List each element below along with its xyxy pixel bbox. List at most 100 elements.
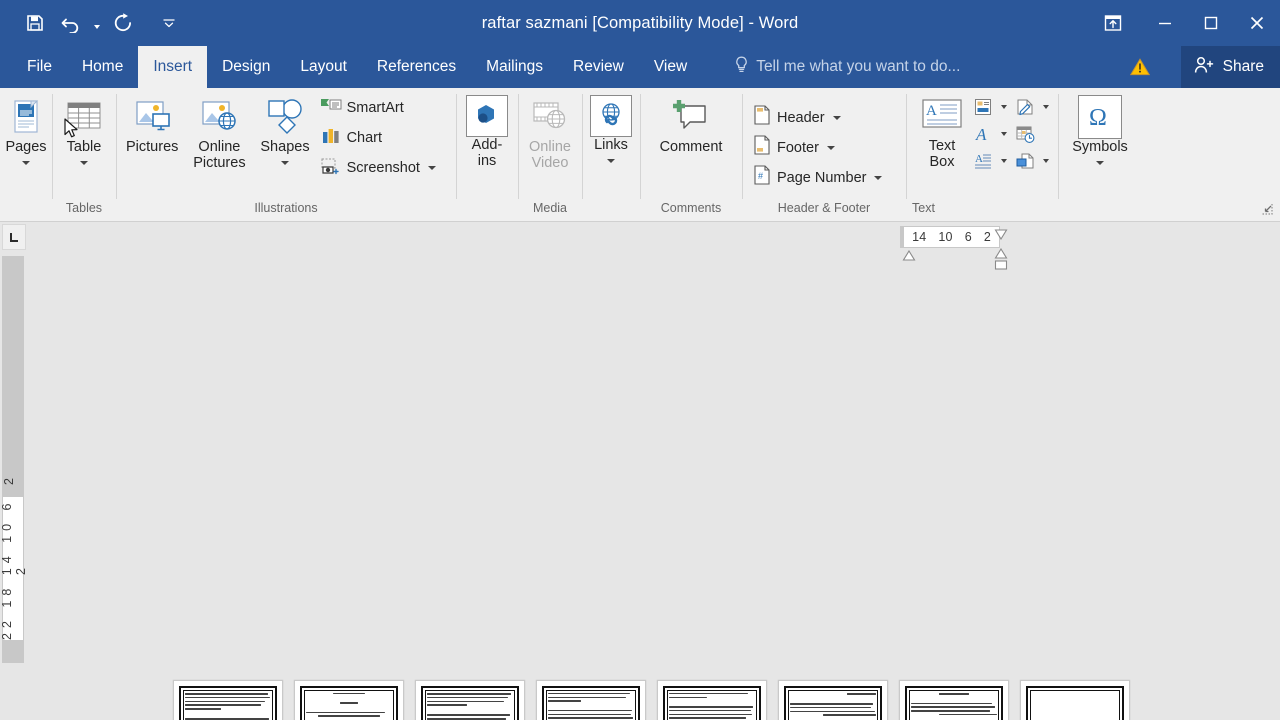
online-pictures-button[interactable]: Online Pictures [183,92,255,172]
customize-quick-access-toolbar-icon[interactable] [156,6,182,40]
tell-me-search[interactable]: Tell me what you want to do... [722,46,972,88]
page-thumbnail-4[interactable]: 4 [536,680,646,720]
links-icon [590,95,632,137]
wordart-dropdown-icon[interactable] [997,121,1011,147]
close-icon[interactable] [1234,0,1280,46]
add-ins-button[interactable]: Add-ins [461,92,513,170]
symbols-button[interactable]: Ω Symbols [1065,92,1135,166]
page-content [304,690,394,720]
page-thumbnail-5[interactable]: 5 [657,680,767,720]
screenshot-icon [320,156,342,181]
page-thumbnail-6[interactable]: 6 [778,680,888,720]
page-number-button[interactable]: # Page Number [747,163,887,193]
object-icon[interactable] [1012,148,1038,174]
first-line-indent-marker[interactable] [902,248,916,266]
smartart-button[interactable]: SmartArt [315,93,441,123]
svg-text:A: A [926,103,937,119]
table-button[interactable]: Table [57,92,111,166]
page-content [1030,690,1120,720]
chart-button[interactable]: Chart [315,123,441,153]
group-label-symbols [1058,201,1142,221]
left-indent-box-marker[interactable] [994,257,1008,275]
header-button[interactable]: Header [747,103,887,133]
screenshot-dropdown-icon[interactable] [427,166,436,170]
lightbulb-icon [734,56,749,79]
text-box-button[interactable]: A Text Box [914,92,970,171]
tab-design[interactable]: Design [207,46,285,88]
page-thumbnail-2[interactable]: 2 [294,680,404,720]
right-indent-marker-top[interactable] [994,227,1008,245]
tab-file[interactable]: File [12,46,67,88]
drop-cap-dropdown-icon[interactable] [997,148,1011,174]
signature-line-dropdown-icon[interactable] [1039,94,1053,120]
ruler-tick-10: 10 [938,230,953,244]
save-icon[interactable] [18,6,52,40]
screenshot-button[interactable]: Screenshot [315,153,441,183]
minimize-icon[interactable] [1142,0,1188,46]
tab-mailings[interactable]: Mailings [471,46,558,88]
text-box-label: Text Box [928,138,956,170]
vertical-ruler[interactable]: 2 22 18 14 10 6 2 [0,256,28,720]
undo-icon[interactable] [54,6,88,40]
vertical-ruler-page-area[interactable]: 22 18 14 10 6 2 [0,496,28,641]
page-content [909,690,999,720]
online-pictures-icon [195,95,243,139]
group-label-header-footer: Header & Footer [777,201,871,215]
ribbon-insert: Pages Table Tables Pictures Online Pictu… [0,88,1280,222]
tab-references[interactable]: References [362,46,471,88]
header-icon [752,104,772,131]
drop-cap-icon[interactable]: A [970,148,996,174]
undo-dropdown-icon[interactable] [90,6,104,40]
links-label: Links [594,137,628,153]
ribbon-expander-icon[interactable] [1260,202,1276,218]
header-dropdown-icon[interactable] [832,115,841,120]
signature-line-icon[interactable] [1012,94,1038,120]
table-dropdown-icon[interactable] [80,160,88,165]
redo-icon[interactable] [106,6,140,40]
wordart-icon[interactable]: A [970,121,996,147]
vertical-ruler-top-margin [2,256,24,466]
ribbon-display-options-icon[interactable] [1084,0,1142,46]
tab-view[interactable]: View [639,46,702,88]
tab-insert[interactable]: Insert [138,46,208,88]
pages-button[interactable]: Pages [4,92,48,166]
tab-layout[interactable]: Layout [285,46,362,88]
links-dropdown-icon[interactable] [607,158,615,163]
online-video-button[interactable]: Online Video [523,92,577,172]
shapes-dropdown-icon[interactable] [280,160,289,165]
page-number-dropdown-icon[interactable] [874,175,883,180]
footer-button[interactable]: Footer [747,133,887,163]
ruler-tick-labels: 14 10 6 2 [904,230,999,244]
tab-home[interactable]: Home [67,46,138,88]
shapes-button[interactable]: Shapes [255,92,314,166]
omega-icon: Ω [1078,95,1122,139]
object-dropdown-icon[interactable] [1039,148,1053,174]
ribbon-tab-bar: File Home Insert Design Layout Reference… [0,46,1280,88]
footer-dropdown-icon[interactable] [826,145,835,150]
symbols-dropdown-icon[interactable] [1096,160,1104,165]
tab-stop-selector[interactable] [2,224,26,250]
horizontal-ruler[interactable]: 14 10 6 2 [0,222,1280,270]
pages-dropdown-icon[interactable] [22,160,30,165]
comment-label: Comment [659,139,723,155]
comment-button[interactable]: Comment [648,92,734,157]
links-button[interactable]: Links [587,92,635,164]
ruler-strip[interactable]: 14 10 6 2 [900,226,1000,248]
share-label: Share [1222,58,1264,75]
page-thumbnail-3[interactable]: 3 [415,680,525,720]
restore-icon[interactable] [1188,0,1234,46]
date-time-icon[interactable] [1012,121,1038,147]
pictures-button[interactable]: Pictures [121,92,183,157]
quick-parts-dropdown-icon[interactable] [997,94,1011,120]
tab-review[interactable]: Review [558,46,639,88]
share-button[interactable]: Share [1180,46,1280,88]
group-label-addins [456,201,518,221]
warning-icon[interactable] [1118,46,1162,88]
header-label: Header [777,109,825,126]
page-thumbnail-8[interactable]: 8 [1020,680,1130,720]
page-thumbnail-7[interactable]: 7 [899,680,1009,720]
tell-me-placeholder: Tell me what you want to do... [756,58,961,75]
page-thumbnail-1[interactable]: 1 [173,680,283,720]
chart-label: Chart [346,130,383,146]
quick-parts-icon[interactable] [970,94,996,120]
